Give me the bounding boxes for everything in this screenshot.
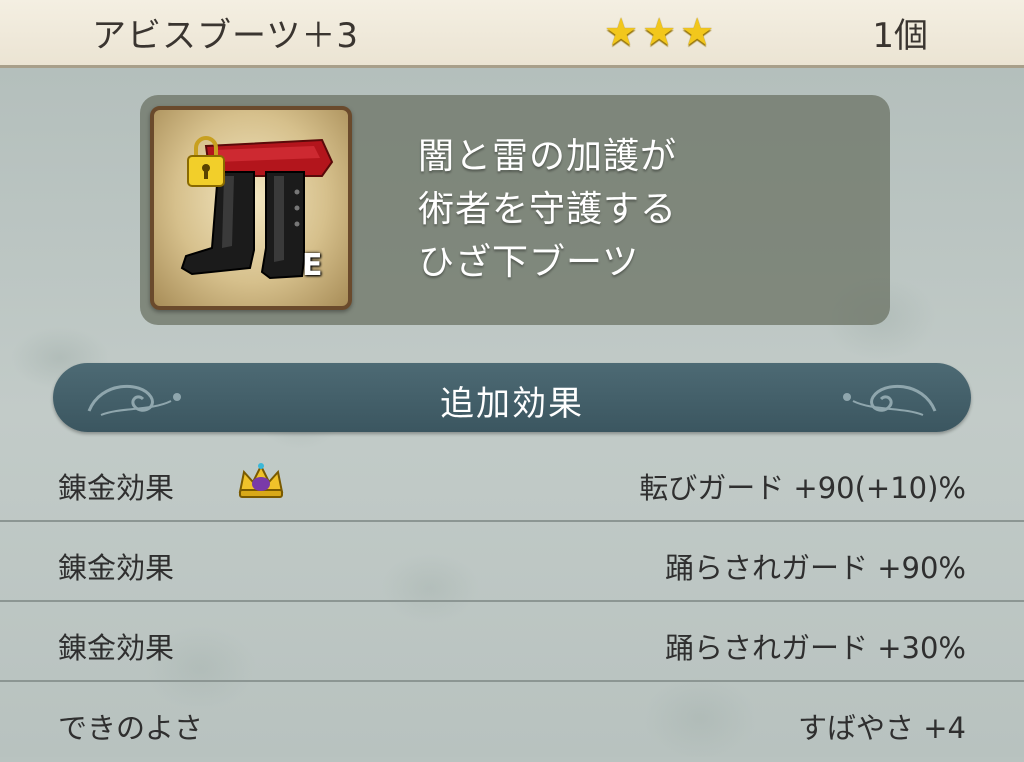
effect-row: 錬金効果 踊らされガード +30% xyxy=(0,602,1024,682)
item-name: アビスブーツ＋3 xyxy=(92,16,359,56)
item-header: アビスブーツ＋3 ★ ★ ★ 1個 xyxy=(0,0,1024,68)
effect-row: 錬金効果 転びガード +90(+10)% xyxy=(0,442,1024,522)
effect-label: 錬金効果 xyxy=(58,551,175,585)
effect-value: 転びガード +90(+10)% xyxy=(639,471,966,505)
effects-list: 錬金効果 転びガード +90(+10)% 錬金効果 踊らされガード +90% 錬… xyxy=(0,442,1024,762)
effect-row: できのよさ すばやさ +4 xyxy=(0,682,1024,762)
description-line: 闇と雷の加護が xyxy=(418,136,678,177)
star-icon: ★ xyxy=(642,10,677,54)
section-header-bar: 追加効果 xyxy=(53,363,971,432)
effect-value: すばやさ +4 xyxy=(798,711,966,745)
item-icon-frame[interactable]: E xyxy=(150,106,352,310)
star-icon: ★ xyxy=(680,10,715,54)
effect-label: 錬金効果 xyxy=(58,471,175,505)
effect-value: 踊らされガード +90% xyxy=(665,551,966,585)
effect-label: 錬金効果 xyxy=(58,631,175,665)
description-line: ひざ下ブーツ xyxy=(418,242,640,283)
item-quantity: 1個 xyxy=(872,16,928,56)
crown-icon xyxy=(238,463,284,498)
effect-value: 踊らされガード +30% xyxy=(665,631,966,665)
item-description: 闇と雷の加護が 術者を守護する ひざ下ブーツ xyxy=(418,130,858,289)
effect-label: できのよさ xyxy=(58,711,204,745)
star-icon: ★ xyxy=(604,10,639,54)
effect-row: 錬金効果 踊らされガード +90% xyxy=(0,522,1024,602)
equipped-mark: E xyxy=(302,248,323,283)
description-line: 術者を守護する xyxy=(418,189,678,230)
ornament-right-icon xyxy=(843,384,937,416)
rarity-stars: ★ ★ ★ xyxy=(604,10,714,54)
